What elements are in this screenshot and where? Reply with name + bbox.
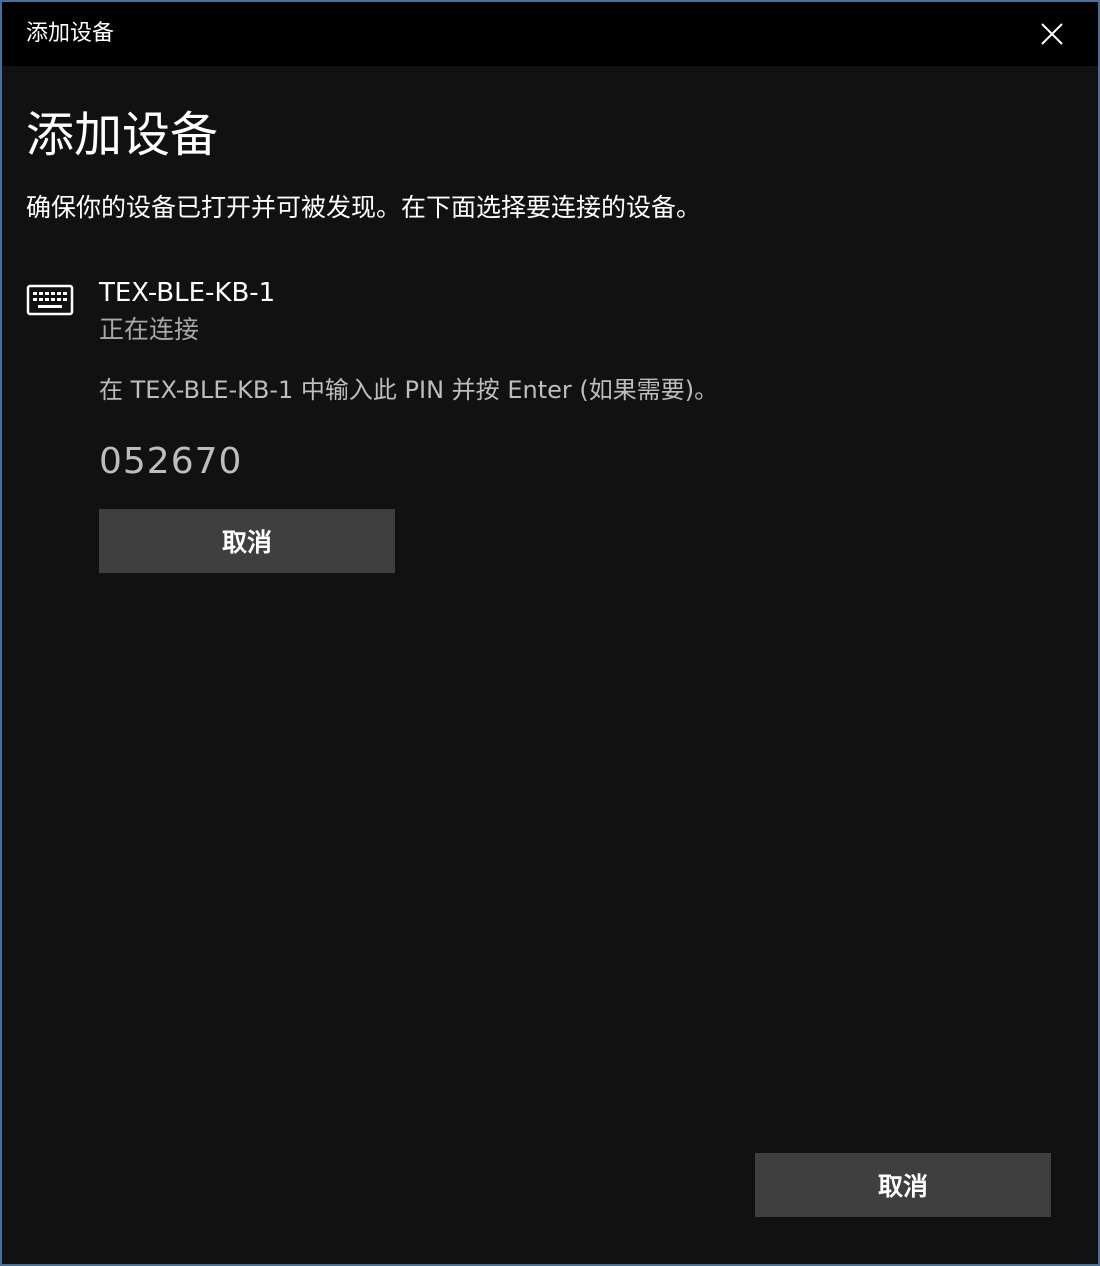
close-button[interactable] bbox=[1006, 2, 1098, 66]
close-icon bbox=[1041, 23, 1063, 45]
device-status: 正在连接 bbox=[99, 315, 200, 344]
keyboard-icon bbox=[26, 284, 74, 316]
footer-cancel-button[interactable]: 取消 bbox=[755, 1153, 1051, 1217]
device-name: TEX-BLE-KB-1 bbox=[99, 278, 276, 308]
device-cancel-button[interactable]: 取消 bbox=[99, 509, 395, 573]
window-title: 添加设备 bbox=[26, 21, 115, 46]
title-bar: 添加设备 bbox=[2, 2, 1098, 66]
pin-code: 052670 bbox=[99, 441, 243, 482]
instructions-text: 确保你的设备已打开并可被发现。在下面选择要连接的设备。 bbox=[26, 193, 702, 222]
page-title: 添加设备 bbox=[26, 107, 219, 163]
pin-instruction: 在 TEX-BLE-KB-1 中输入此 PIN 并按 Enter (如果需要)。 bbox=[99, 376, 719, 404]
add-device-window: 添加设备 添加设备 确保你的设备已打开并可被发现。在下面选择要连接的设备。 TE… bbox=[0, 0, 1100, 1266]
